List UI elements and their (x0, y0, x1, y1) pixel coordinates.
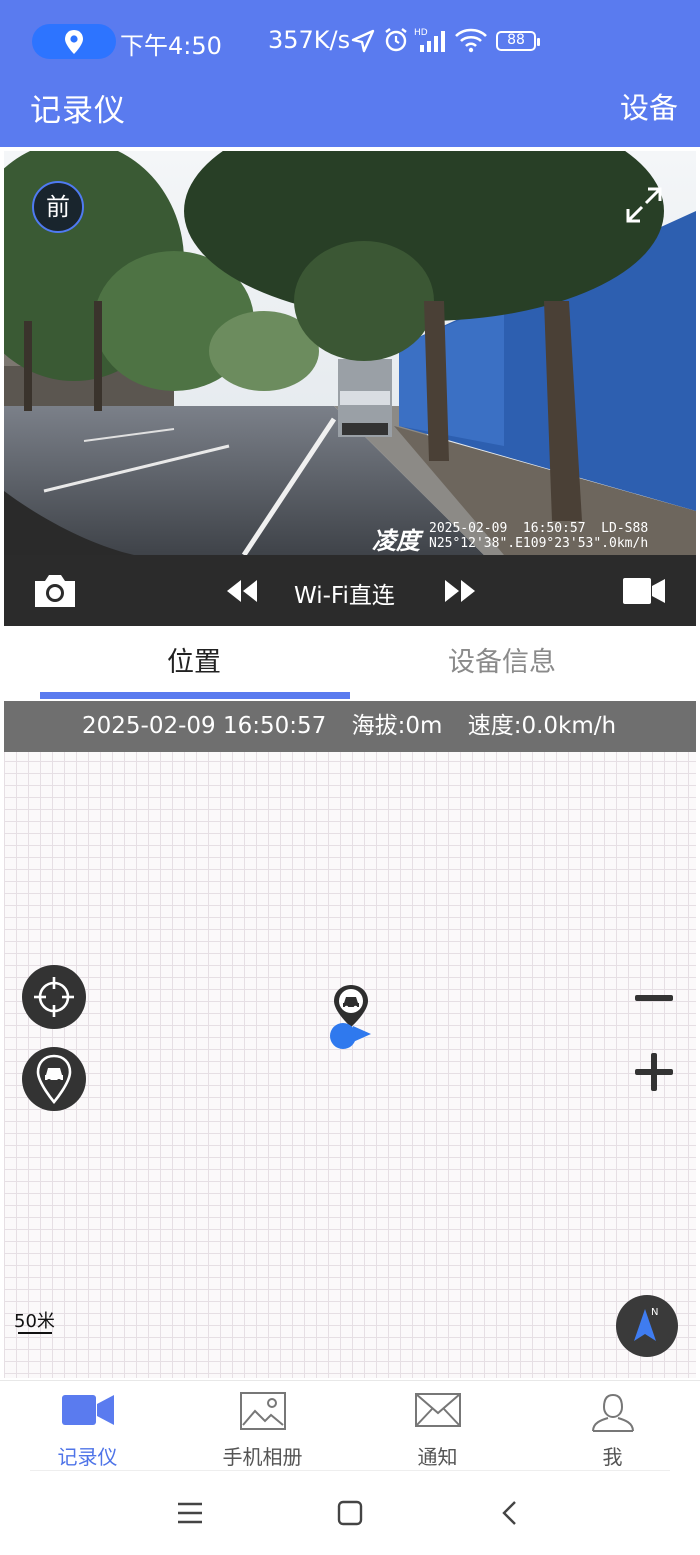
zoom-out-button[interactable] (635, 995, 673, 1001)
app-header: 下午4:50 357K/s HD 88 记录仪 设备 (0, 0, 700, 147)
front-camera-badge[interactable]: 前 (32, 181, 84, 233)
home-icon[interactable] (337, 1500, 363, 1526)
osd-line-1: 2025-02-09 16:50:57 LD-S88 (429, 521, 649, 536)
image-icon (239, 1392, 286, 1430)
rewind-icon[interactable] (226, 578, 258, 604)
car-location-button[interactable] (22, 1047, 86, 1111)
location-icon (65, 30, 83, 54)
zoom-in-button[interactable] (635, 1053, 673, 1091)
current-position-icon (330, 1023, 371, 1049)
camera-preview[interactable]: 前 凌度 2025-02-09 16:50:57 LD-S88 N25°12'38… (4, 151, 696, 555)
camera-icon[interactable] (32, 573, 78, 609)
car-pin-icon (36, 1054, 72, 1105)
video-camera-icon (61, 1395, 114, 1425)
compass-icon: N (634, 1307, 658, 1341)
crosshair-icon (34, 977, 74, 1017)
map-scale-bar (18, 1332, 52, 1334)
status-bar: 下午4:50 357K/s HD 88 (0, 0, 700, 82)
nav-label-notifications: 通知 (417, 1445, 458, 1469)
status-time: 下午4:50 (120, 32, 222, 60)
osd-brand: 凌度 (372, 527, 420, 555)
wifi-icon (455, 28, 487, 53)
camera-frame-image (4, 151, 696, 555)
active-tab-indicator (40, 692, 350, 699)
nav-label-recorder: 记录仪 (57, 1445, 118, 1469)
app-title: 记录仪 (30, 93, 126, 129)
menu-icon[interactable] (176, 1501, 204, 1525)
battery-icon: 88 (496, 31, 540, 51)
mail-icon (414, 1393, 461, 1427)
map-scale-label: 50米 (14, 1311, 55, 1332)
bottom-navigation: 记录仪 手机相册 通知 我 (0, 1380, 700, 1470)
nav-label-me: 我 (602, 1445, 623, 1469)
nav-me[interactable]: 我 (525, 1381, 700, 1471)
user-icon (591, 1393, 634, 1432)
back-icon[interactable] (500, 1499, 520, 1527)
locate-button[interactable] (22, 965, 86, 1029)
map-speed: 速度:0.0km/h (467, 713, 617, 739)
nav-phone-album[interactable]: 手机相册 (175, 1381, 350, 1471)
compass-button[interactable]: N (616, 1295, 678, 1357)
video-camera-icon[interactable] (622, 576, 666, 606)
connection-mode-label: Wi-Fi直连 (294, 583, 395, 609)
nav-recorder[interactable]: 记录仪 (0, 1381, 175, 1471)
map-info-bar: 2025-02-09 16:50:57 海拔:0m 速度:0.0km/h (4, 701, 696, 752)
map-view[interactable]: 2025-02-09 16:50:57 海拔:0m 速度:0.0km/h 50米… (4, 701, 696, 1378)
tab-location[interactable]: 位置 (167, 640, 221, 679)
hd-signal-icon: HD (414, 28, 445, 52)
tab-device-info[interactable]: 设备信息 (448, 640, 556, 679)
location-indicator (32, 24, 116, 59)
map-altitude: 海拔:0m (351, 713, 443, 739)
osd-line-2: N25°12'38".E109°23'53".0km/h (429, 536, 649, 551)
map-datetime: 2025-02-09 16:50:57 (82, 713, 327, 739)
network-speed: 357K/s (268, 26, 351, 54)
device-button[interactable]: 设备 (620, 85, 678, 127)
camera-control-bar: Wi-Fi直连 (4, 555, 696, 626)
navigation-arrow-icon (351, 29, 375, 53)
compass-letter: N (651, 1307, 658, 1318)
system-navigation-bar (0, 1471, 700, 1555)
osd-text: 2025-02-09 16:50:57 LD-S88 N25°12'38".E10… (429, 521, 648, 551)
svg-text:HD: HD (414, 28, 428, 38)
battery-level: 88 (507, 32, 525, 48)
expand-icon[interactable] (624, 185, 664, 225)
fast-forward-icon[interactable] (444, 578, 476, 604)
nav-label-phone-album: 手机相册 (222, 1445, 303, 1469)
nav-notifications[interactable]: 通知 (350, 1381, 525, 1471)
alarm-icon (385, 28, 407, 52)
